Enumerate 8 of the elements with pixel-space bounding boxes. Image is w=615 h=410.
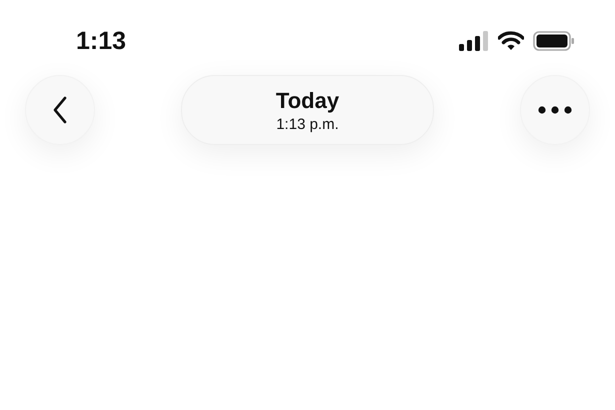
back-icon — [52, 96, 68, 124]
nav-subtitle: 1:13 p.m. — [276, 116, 339, 132]
battery-icon — [533, 31, 575, 51]
signal-icon — [459, 31, 489, 51]
status-time: 1:13 — [76, 26, 126, 56]
more-icon — [538, 106, 572, 114]
nav-title: Today — [276, 88, 340, 114]
wifi-icon — [498, 31, 524, 51]
